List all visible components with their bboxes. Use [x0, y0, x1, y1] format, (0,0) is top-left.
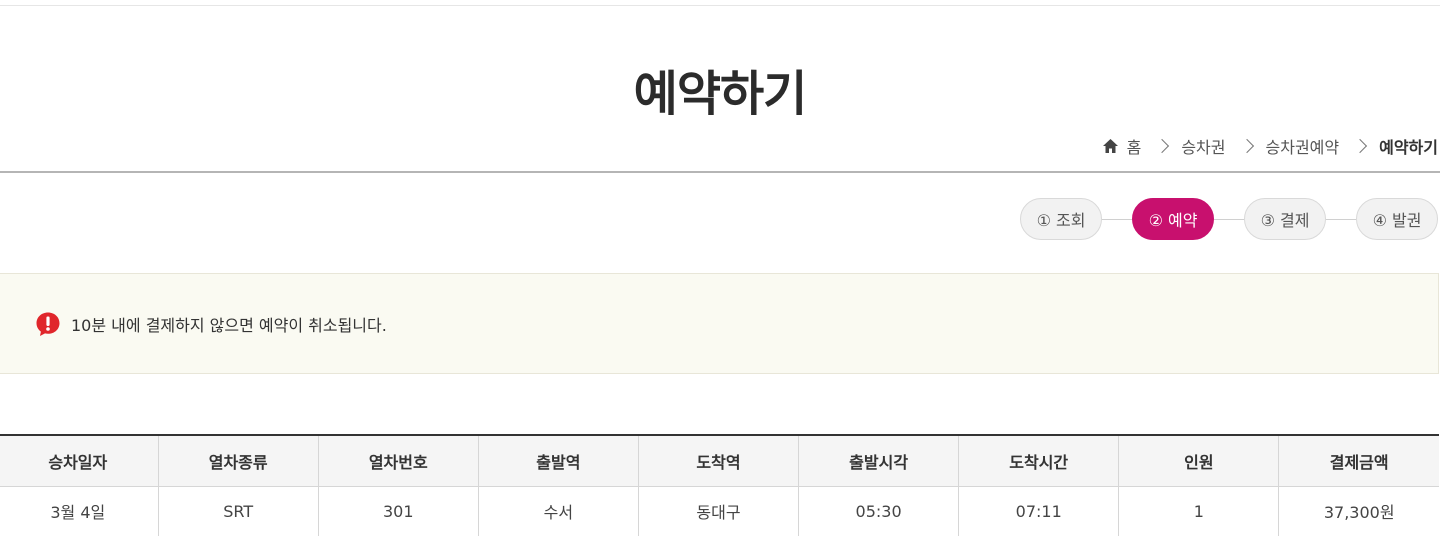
cell-departure-time: 05:30 — [798, 486, 960, 536]
header-arrival-station: 도착역 — [638, 435, 800, 487]
notice-text: 10분 내에 결제하지 않으면 예약이 취소됩니다. — [71, 315, 387, 335]
step-connector — [1326, 218, 1356, 220]
breadcrumb-ticket-reservation[interactable]: 승차권예약 — [1266, 134, 1340, 158]
breadcrumb-home[interactable]: 홈 — [1127, 134, 1142, 158]
header-passengers: 인원 — [1118, 435, 1280, 487]
header-arrival-time: 도착시간 — [958, 435, 1120, 487]
header-departure-time: 출발시각 — [798, 435, 960, 487]
cell-arrival-time: 07:11 — [958, 486, 1120, 536]
header-train-type: 열차종류 — [158, 435, 319, 487]
reservation-table-wrap: 승차일자 열차종류 열차번호 출발역 도착역 출발시각 도착시간 인원 결제금액… — [0, 434, 1439, 536]
chevron-right-icon — [1155, 138, 1170, 154]
header-payment-amount: 결제금액 — [1278, 435, 1439, 487]
header-ride-date: 승차일자 — [0, 435, 159, 487]
page-title: 예약하기 — [633, 66, 808, 122]
cell-train-type: SRT — [158, 486, 319, 536]
step-indicator: ① 조회 ② 예약 ③ 결제 ④ 발권 — [1020, 198, 1438, 240]
home-icon[interactable] — [1102, 138, 1119, 154]
table-row: 3월 4일 SRT 301 수서 동대구 05:30 07:11 1 37,30… — [0, 486, 1439, 536]
chevron-right-icon — [1353, 138, 1368, 154]
header-train-number: 열차번호 — [318, 435, 479, 487]
cell-train-number: 301 — [318, 486, 479, 536]
step-search: ① 조회 — [1020, 198, 1102, 240]
step-payment: ③ 결제 — [1244, 198, 1326, 240]
breadcrumb-ticket[interactable]: 승차권 — [1181, 134, 1225, 158]
cell-ride-date: 3월 4일 — [0, 486, 159, 536]
alert-icon — [35, 311, 61, 337]
header-divider — [0, 171, 1440, 173]
cell-payment-amount: 37,300원 — [1323, 503, 1395, 523]
step-connector — [1102, 218, 1132, 220]
top-divider — [0, 5, 1440, 6]
header-departure-station: 출발역 — [478, 435, 639, 487]
step-connector — [1214, 218, 1244, 220]
chevron-right-icon — [1239, 138, 1254, 154]
reservation-table: 승차일자 열차종류 열차번호 출발역 도착역 출발시각 도착시간 인원 결제금액… — [0, 434, 1439, 536]
step-issue: ④ 발권 — [1356, 198, 1438, 240]
table-header-row: 승차일자 열차종류 열차번호 출발역 도착역 출발시각 도착시간 인원 결제금액 — [0, 435, 1439, 487]
cell-departure-station: 수서 — [478, 486, 639, 536]
breadcrumb: 홈 승차권 승차권예약 예약하기 — [1102, 134, 1438, 158]
cell-passengers: 1 — [1118, 486, 1280, 536]
breadcrumb-current: 예약하기 — [1379, 138, 1438, 157]
payment-notice: 10분 내에 결제하지 않으면 예약이 취소됩니다. — [0, 273, 1439, 374]
step-reserve: ② 예약 — [1132, 198, 1214, 240]
cell-arrival-station: 동대구 — [638, 486, 800, 536]
